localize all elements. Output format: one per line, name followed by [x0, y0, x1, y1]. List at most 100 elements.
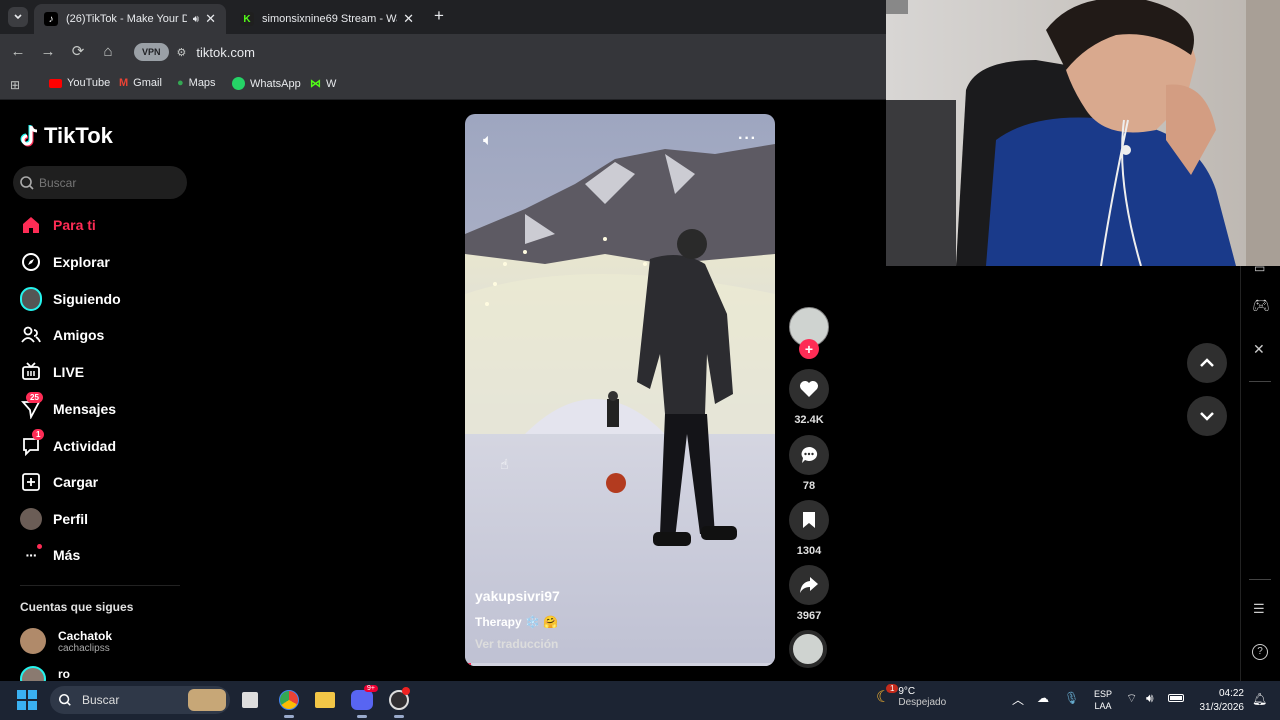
maps-pin-icon: ●	[177, 77, 184, 89]
site-settings-icon[interactable]: ⚙︎	[177, 46, 187, 59]
following-account[interactable]: Cachatok cachaclipss	[20, 628, 112, 654]
bookmark-w[interactable]: ⋈ W	[310, 77, 337, 91]
following-account[interactable]: ro	[20, 666, 70, 681]
discord-icon[interactable]	[351, 690, 373, 710]
music-disc-icon	[789, 630, 827, 668]
gamepad-icon[interactable]: 🎮︎	[1252, 297, 1270, 314]
webcam-overlay	[886, 0, 1280, 266]
volume-icon[interactable]: 🔊︎	[1146, 691, 1154, 706]
activity-badge: 1	[32, 429, 45, 440]
next-video-button[interactable]	[1187, 396, 1227, 436]
save-button[interactable]: 1304	[789, 500, 829, 557]
nav-label: Actividad	[53, 438, 117, 454]
weather-widget[interactable]: ☾ 1 9°C Despejado	[876, 684, 946, 708]
windows-taskbar: Buscar 9+ ☾ 1 9°C Despejado ︿ ☁︎ 🎙︎ ESP …	[0, 681, 1280, 720]
bookmark-whatsapp[interactable]: WhatsApp	[232, 77, 301, 90]
task-view-icon[interactable]	[242, 692, 258, 708]
video-player[interactable]: 🔈︎ ··· yakupsivri97 Therapy ❄️ 🤗 Ver tra…	[465, 114, 775, 666]
vpn-badge-icon[interactable]: VPN	[134, 43, 169, 61]
close-tab-icon[interactable]: ✕	[403, 11, 414, 27]
nav-label: Cargar	[53, 474, 99, 490]
w-icon: ⋈	[310, 78, 321, 90]
account-handle: cachaclipss	[58, 642, 110, 654]
microphone-icon[interactable]: 🎙︎	[1064, 691, 1079, 705]
windows-start-icon[interactable]	[17, 690, 37, 710]
search-icon	[58, 693, 71, 706]
nav-live[interactable]: LIVE	[20, 359, 84, 385]
nav-para-ti[interactable]: Para ti	[20, 212, 96, 238]
translate-link[interactable]: Ver traducción	[475, 637, 558, 651]
tab-stream[interactable]: K simonsixnine69 Stream - Watch ✕	[230, 4, 424, 34]
onedrive-icon[interactable]: ☁︎	[1037, 691, 1049, 705]
apps-grid-icon[interactable]: ⊞	[10, 78, 20, 92]
taskbar-search[interactable]: Buscar	[50, 686, 230, 714]
notification-bell-icon[interactable]: 🔔︎	[1252, 692, 1267, 706]
clock[interactable]: 04:22 31/3/2026	[1196, 687, 1245, 715]
creator-avatar[interactable]: +	[789, 307, 829, 359]
home-browser-icon[interactable]: ⌂	[98, 42, 118, 62]
running-indicator	[284, 715, 294, 718]
file-explorer-icon[interactable]	[315, 692, 335, 708]
like-button[interactable]: 32.4K	[789, 369, 829, 426]
sliders-icon[interactable]: ☰	[1253, 601, 1265, 617]
youtube-icon	[49, 78, 62, 88]
chevron-down-icon	[14, 14, 22, 20]
nav-mensajes[interactable]: 25 Mensajes	[20, 392, 116, 422]
wifi-icon[interactable]: ⌔	[1126, 691, 1137, 706]
avatar	[20, 628, 46, 654]
comment-button[interactable]: 78	[789, 435, 829, 492]
video-frame-snow-scene	[465, 114, 775, 666]
tab-tiktok[interactable]: ♪ (26)TikTok - Make Your Day 🔊︎ ✕	[34, 4, 226, 34]
nav-siguiendo[interactable]: Siguiendo	[20, 286, 121, 312]
video-menu-icon[interactable]: ···	[738, 130, 757, 148]
panel-divider	[1249, 579, 1271, 580]
tab-search-button[interactable]	[8, 7, 28, 27]
follow-plus-icon[interactable]: +	[799, 339, 819, 359]
bookmark-label: Maps	[188, 77, 216, 89]
video-username[interactable]: yakupsivri97	[475, 588, 560, 604]
bookmark-label: W	[326, 77, 337, 90]
running-indicator	[394, 715, 404, 718]
tiktok-note-icon	[20, 125, 38, 147]
reload-icon[interactable]: ⟳	[68, 42, 88, 62]
close-tab-icon[interactable]: ✕	[205, 11, 216, 27]
mute-icon[interactable]: 🔈︎	[483, 132, 493, 150]
previous-video-button[interactable]	[1187, 343, 1227, 383]
chevron-up-tray-icon[interactable]: ︿	[1012, 691, 1024, 708]
tiktok-logo[interactable]: TikTok	[20, 123, 113, 149]
kick-favicon-icon: K	[240, 12, 254, 26]
help-icon[interactable]: ?	[1252, 644, 1268, 660]
bookmark-gmail[interactable]: M Gmail	[119, 77, 162, 89]
tools-icon[interactable]: ✕	[1253, 341, 1265, 358]
bookmark-youtube[interactable]: YouTube	[49, 77, 110, 89]
back-icon[interactable]: ←	[8, 42, 28, 62]
search-input[interactable]	[39, 175, 179, 190]
share-button[interactable]: 3967	[789, 565, 829, 622]
chevron-down-icon	[1200, 412, 1214, 421]
home-icon	[20, 214, 42, 236]
forward-icon[interactable]: →	[38, 42, 58, 62]
heart-icon	[789, 369, 829, 409]
nav-amigos[interactable]: Amigos	[20, 322, 104, 348]
progress-bar[interactable]	[465, 663, 775, 666]
new-tab-button[interactable]: +	[434, 6, 444, 26]
url-text: tiktok.com	[196, 44, 255, 60]
nav-cargar[interactable]: Cargar	[20, 469, 98, 495]
battery-icon[interactable]	[1168, 694, 1184, 702]
sound-disc[interactable]	[789, 630, 829, 668]
avatar	[20, 666, 46, 681]
nav-perfil[interactable]: Perfil	[20, 506, 88, 532]
url-field[interactable]: VPN ⚙︎ tiktok.com	[134, 40, 886, 64]
mouse-cursor-icon: ☝︎	[500, 456, 509, 472]
activity-icon: 1	[20, 429, 45, 457]
bookmark-maps[interactable]: ● Maps	[177, 77, 216, 89]
audio-playing-icon[interactable]: 🔊︎	[193, 14, 199, 25]
search-box[interactable]	[13, 166, 187, 199]
nav-actividad[interactable]: 1 Actividad	[20, 429, 117, 459]
friends-icon	[20, 324, 42, 346]
language-indicator[interactable]: ESP LAA	[1094, 688, 1112, 712]
nav-mas[interactable]: ··· Más	[20, 542, 80, 568]
chrome-app-icon[interactable]	[279, 690, 299, 710]
nav-explorar[interactable]: Explorar	[20, 249, 110, 275]
search-icon	[20, 175, 34, 190]
